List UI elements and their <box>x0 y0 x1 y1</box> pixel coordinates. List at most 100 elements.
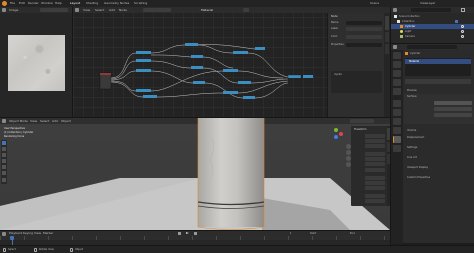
tab-data-icon[interactable] <box>393 127 401 134</box>
tab-texture-icon[interactable] <box>393 145 401 152</box>
node-menu-select[interactable]: Select <box>95 8 104 12</box>
jump-start-icon[interactable] <box>178 232 181 235</box>
location-y-field[interactable] <box>365 139 385 143</box>
tab-object-icon[interactable] <box>393 100 401 107</box>
tool-annotate-icon[interactable] <box>2 178 6 182</box>
scale-y-field[interactable] <box>365 181 385 185</box>
eye-icon[interactable] <box>461 30 464 33</box>
section-displacement[interactable]: Displacement <box>404 135 474 140</box>
eye-icon[interactable] <box>461 25 464 28</box>
rotation-z-field[interactable] <box>365 162 385 166</box>
viewport-sidebar-tab-view[interactable] <box>387 154 390 164</box>
tool-select-icon[interactable] <box>2 141 6 145</box>
blender-logo-icon[interactable] <box>2 1 7 6</box>
surface-color-field[interactable] <box>434 107 472 111</box>
outliner-row-camera[interactable]: Camera <box>391 34 474 39</box>
rotation-x-field[interactable] <box>365 152 385 156</box>
texture-image-preview[interactable] <box>8 35 65 91</box>
surface-shader-field[interactable] <box>434 101 472 105</box>
menu-edit[interactable]: Edit <box>19 1 25 6</box>
tab-modifiers-icon[interactable] <box>393 109 401 116</box>
tool-transform-icon[interactable] <box>2 171 6 175</box>
timeline-menu-keying[interactable]: Keying <box>23 231 33 235</box>
3d-viewport[interactable]: Object Mode View Select Add Object User … <box>0 118 390 230</box>
location-x-field[interactable] <box>365 134 385 138</box>
node-label-field[interactable] <box>346 27 382 31</box>
node-color-field[interactable] <box>346 35 382 39</box>
properties-search-input[interactable] <box>407 45 457 49</box>
outliner-type-icon[interactable] <box>393 8 397 12</box>
location-z-field[interactable] <box>365 144 385 148</box>
node-menu-node[interactable]: Node <box>119 8 127 12</box>
menu-window[interactable]: Window <box>41 1 53 6</box>
tab-output-icon[interactable] <box>393 70 401 77</box>
timeline-ruler[interactable] <box>0 236 390 240</box>
surface-roughness-field[interactable] <box>434 113 472 117</box>
node-name-field[interactable] <box>346 21 382 25</box>
fake-user-toggle[interactable] <box>243 8 249 12</box>
scale-z-field[interactable] <box>365 186 385 190</box>
workspace-tab-scripting[interactable]: Scripting <box>134 1 147 6</box>
outliner-search-input[interactable] <box>411 8 451 12</box>
view-layer-selector[interactable]: ViewLayer <box>420 1 435 6</box>
dimensions-x-field[interactable] <box>365 194 385 198</box>
workspace-tab-geometry-nodes[interactable]: Geometry Nodes <box>104 1 129 6</box>
timeline-menu-marker[interactable]: Marker <box>43 231 53 235</box>
node-properties-field[interactable] <box>346 43 382 47</box>
rotation-mode-field[interactable] <box>365 168 385 172</box>
workspace-tab-layout[interactable]: Layout <box>70 1 80 6</box>
properties-type-icon[interactable] <box>393 45 397 49</box>
viewport-sidebar-tab-item[interactable] <box>387 128 390 140</box>
viewport-sidebar-tab-tool[interactable] <box>387 142 390 152</box>
node-sidebar-tab-view[interactable] <box>385 44 389 54</box>
timeline-menu-playback[interactable]: Playback <box>9 231 22 235</box>
gizmo-y-axis-icon[interactable] <box>334 128 338 132</box>
tool-scale-icon[interactable] <box>2 165 6 169</box>
image-selector[interactable] <box>40 8 68 12</box>
navigation-gizmo[interactable] <box>330 126 346 142</box>
scale-x-field[interactable] <box>365 176 385 180</box>
menu-help[interactable]: Help <box>55 1 62 6</box>
gizmo-x-axis-icon[interactable] <box>339 132 343 136</box>
menu-file[interactable]: File <box>10 1 15 6</box>
tool-move-icon[interactable] <box>2 153 6 157</box>
node-menu-add[interactable]: Add <box>109 8 115 12</box>
shader-node-editor[interactable]: View Select Add Node Material Node Name … <box>73 7 390 117</box>
play-icon[interactable] <box>186 232 189 234</box>
section-preview[interactable]: Preview <box>404 88 474 93</box>
material-slot-row[interactable]: Material <box>405 59 471 64</box>
gizmo-z-axis-icon[interactable] <box>334 135 338 139</box>
image-editor-view-menu[interactable]: Image <box>9 8 18 12</box>
section-viewport-display[interactable]: Viewport Display <box>404 165 474 170</box>
tool-rotate-icon[interactable] <box>2 159 6 163</box>
section-volume[interactable]: Volume <box>404 128 474 133</box>
dimensions-y-field[interactable] <box>365 199 385 203</box>
material-slot-list[interactable]: Material <box>405 58 471 76</box>
current-frame-field[interactable]: 1 <box>290 232 292 235</box>
tab-scene-icon[interactable] <box>393 79 401 86</box>
menu-render[interactable]: Render <box>28 1 39 6</box>
image-editor-type-icon[interactable] <box>2 8 6 12</box>
tool-cursor-icon[interactable] <box>2 147 6 151</box>
tab-world-icon[interactable] <box>393 88 401 95</box>
timeline-menu-view[interactable]: View <box>34 231 41 235</box>
scene-selector[interactable]: Scene <box>370 1 379 6</box>
section-line-art[interactable]: Line Art <box>404 155 474 160</box>
tab-material-icon[interactable] <box>393 136 401 143</box>
tab-render-icon[interactable] <box>393 61 401 68</box>
jump-end-icon[interactable] <box>194 232 197 235</box>
workspace-tab-shading[interactable]: Shading <box>86 1 98 6</box>
tab-physics-icon[interactable] <box>393 118 401 125</box>
node-menu-view[interactable]: View <box>83 8 90 12</box>
timeline-type-icon[interactable] <box>2 231 6 236</box>
tab-tool-icon[interactable] <box>393 52 401 59</box>
node-editor-type-icon[interactable] <box>75 8 79 12</box>
filter-icon[interactable] <box>461 8 465 12</box>
material-datablock-row[interactable] <box>405 79 471 84</box>
material-name[interactable]: Material <box>201 8 213 12</box>
material-slot-selector[interactable] <box>143 8 171 12</box>
eye-icon[interactable] <box>461 35 464 38</box>
rotation-y-field[interactable] <box>365 157 385 161</box>
node-sidebar-tab-node[interactable] <box>385 16 389 30</box>
section-custom-properties[interactable]: Custom Properties <box>404 175 474 180</box>
